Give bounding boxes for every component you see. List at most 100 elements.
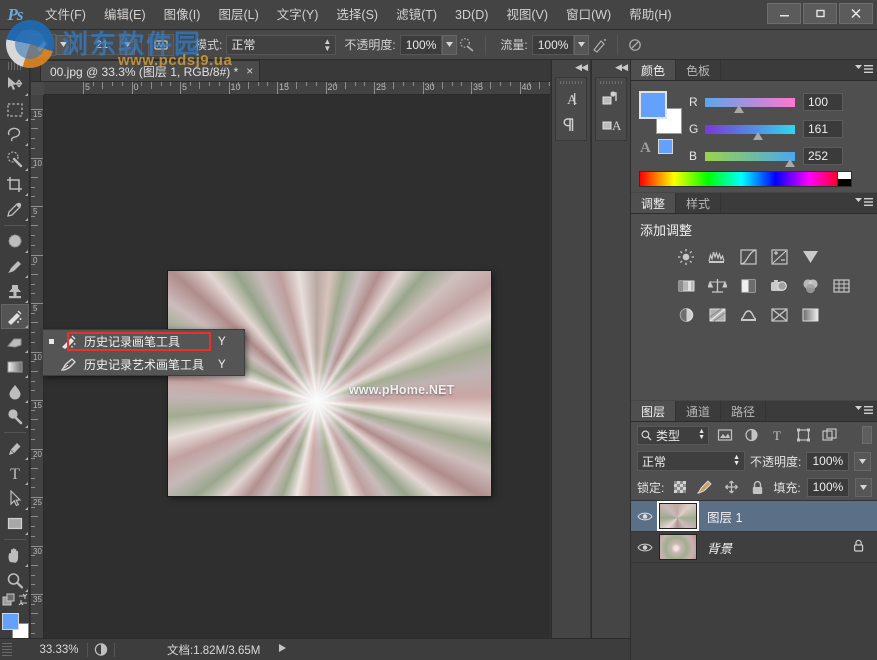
menu-edit[interactable]: 编辑(E) xyxy=(95,3,155,27)
channel-value-b[interactable]: 252 xyxy=(803,147,843,165)
table-row[interactable]: 背景 xyxy=(631,532,877,563)
brush-size-value[interactable]: 21 xyxy=(84,34,120,55)
panel-menu-icon[interactable] xyxy=(855,197,873,208)
maximize-icon[interactable] xyxy=(803,3,837,24)
tool-preset-arrow[interactable] xyxy=(56,34,71,55)
pressure-opacity-icon[interactable] xyxy=(457,34,479,56)
channel-thumb-r[interactable] xyxy=(734,104,744,113)
tab-channels[interactable]: 通道 xyxy=(676,401,722,421)
menu-file[interactable]: 文件(F) xyxy=(36,3,95,27)
preview-icon[interactable] xyxy=(88,643,114,656)
ruler-corner[interactable] xyxy=(31,82,44,95)
brush-preset-arrow[interactable] xyxy=(120,34,135,55)
dock-grip[interactable] xyxy=(556,78,586,86)
tab-color[interactable]: 颜色 xyxy=(631,60,677,80)
tab-swatches[interactable]: 色板 xyxy=(676,60,722,80)
tab-layers[interactable]: 图层 xyxy=(631,401,677,421)
opacity-value[interactable]: 100% xyxy=(399,34,443,55)
menu-layer[interactable]: 图层(L) xyxy=(209,3,267,27)
black-white-icon[interactable] xyxy=(737,276,759,295)
brush-tool[interactable] xyxy=(1,254,29,279)
gradient-tool[interactable] xyxy=(1,354,29,379)
styles-icon[interactable]: A xyxy=(596,112,626,138)
document-tab[interactable]: 00.jpg @ 33.3% (图层 1, RGB/8#) * × xyxy=(40,60,261,81)
shape-filter-icon[interactable] xyxy=(793,425,813,445)
layer-visibility-icon[interactable] xyxy=(631,511,659,522)
flow-arrow[interactable] xyxy=(574,34,590,55)
gamut-warning-icon[interactable]: A xyxy=(639,137,685,155)
clone-stamp-tool[interactable] xyxy=(1,279,29,304)
character-icon[interactable]: A xyxy=(556,86,586,112)
color-swatches[interactable] xyxy=(1,611,29,641)
channel-slider-b[interactable] xyxy=(705,151,795,167)
resize-grip[interactable] xyxy=(2,642,12,656)
tab-adjustments[interactable]: 调整 xyxy=(631,193,677,213)
opacity-arrow[interactable] xyxy=(442,34,458,55)
dock-grip[interactable] xyxy=(596,78,626,86)
channel-value-g[interactable]: 161 xyxy=(803,120,843,138)
layer-thumbnail[interactable] xyxy=(659,534,697,560)
lasso-tool[interactable] xyxy=(1,122,29,147)
menu-view[interactable]: 视图(V) xyxy=(497,3,557,27)
move-tool[interactable] xyxy=(1,72,29,97)
menu-type[interactable]: 文字(Y) xyxy=(268,3,328,27)
white-black-swatch[interactable] xyxy=(837,171,852,187)
curves-icon[interactable] xyxy=(737,247,759,266)
color-spectrum-bar[interactable] xyxy=(639,171,844,187)
gradient-map-icon[interactable] xyxy=(799,305,821,324)
vibrance-icon[interactable] xyxy=(799,247,821,266)
zoom-tool[interactable] xyxy=(1,568,29,593)
exposure-icon[interactable] xyxy=(768,247,790,266)
rectangle-tool[interactable] xyxy=(1,511,29,536)
channel-slider-r[interactable] xyxy=(705,97,795,113)
channel-thumb-g[interactable] xyxy=(753,131,763,140)
menu-filter[interactable]: 滤镜(T) xyxy=(387,3,446,27)
layer-comps-icon[interactable] xyxy=(596,86,626,112)
posterize-icon[interactable] xyxy=(706,305,728,324)
levels-icon[interactable] xyxy=(706,247,728,266)
adjustment-filter-icon[interactable] xyxy=(741,425,761,445)
path-selection-tool[interactable] xyxy=(1,486,29,511)
lock-image-icon[interactable] xyxy=(696,477,716,497)
airbrush-icon[interactable] xyxy=(589,34,611,56)
spot-healing-brush-tool[interactable] xyxy=(1,229,29,254)
pressure-size-icon[interactable] xyxy=(624,34,646,56)
invert-icon[interactable] xyxy=(675,305,697,324)
horizontal-ruler[interactable]: 5 0 5 10 15 20 25 30 35 40 xyxy=(31,82,550,95)
blur-tool[interactable] xyxy=(1,379,29,404)
dodge-tool[interactable] xyxy=(1,404,29,429)
tab-paths[interactable]: 路径 xyxy=(721,401,767,421)
menu-3d[interactable]: 3D(D) xyxy=(446,3,497,27)
layer-opacity-arrow[interactable] xyxy=(854,451,872,471)
brightness-contrast-icon[interactable] xyxy=(675,247,697,266)
crop-tool[interactable] xyxy=(1,172,29,197)
lock-transparency-icon[interactable] xyxy=(670,477,690,497)
flow-value[interactable]: 100% xyxy=(531,34,575,55)
layer-fill-value[interactable]: 100% xyxy=(806,477,850,497)
channel-thumb-b[interactable] xyxy=(785,158,795,167)
horizontal-type-tool[interactable]: T xyxy=(1,461,29,486)
eraser-tool[interactable] xyxy=(1,329,29,354)
eyedropper-tool[interactable] xyxy=(1,197,29,222)
filter-toggle[interactable] xyxy=(862,426,872,444)
channel-value-r[interactable]: 100 xyxy=(803,93,843,111)
lock-position-icon[interactable] xyxy=(722,477,742,497)
menu-help[interactable]: 帮助(H) xyxy=(620,3,680,27)
threshold-icon[interactable] xyxy=(737,305,759,324)
tool-preset-picker[interactable] xyxy=(30,33,56,56)
menu-window[interactable]: 窗口(W) xyxy=(557,3,620,27)
selective-color-icon[interactable] xyxy=(768,305,790,324)
foreground-color-swatch[interactable] xyxy=(639,91,667,119)
brush-panel-toggle-icon[interactable] xyxy=(148,33,174,56)
hand-tool[interactable] xyxy=(1,543,29,568)
tab-styles[interactable]: 样式 xyxy=(676,193,722,213)
color-balance-icon[interactable] xyxy=(706,276,728,295)
history-brush-flyout-menu[interactable]: 历史记录画笔工具 Y 历史记录艺术画笔工具 Y xyxy=(42,329,245,376)
minimize-icon[interactable] xyxy=(767,3,801,24)
rectangular-marquee-tool[interactable] xyxy=(1,97,29,122)
layer-opacity-value[interactable]: 100% xyxy=(806,451,850,471)
menu-select[interactable]: 选择(S) xyxy=(327,3,387,27)
type-filter-icon[interactable]: T xyxy=(767,425,787,445)
smartobject-filter-icon[interactable] xyxy=(819,425,839,445)
pixel-filter-icon[interactable] xyxy=(715,425,735,445)
